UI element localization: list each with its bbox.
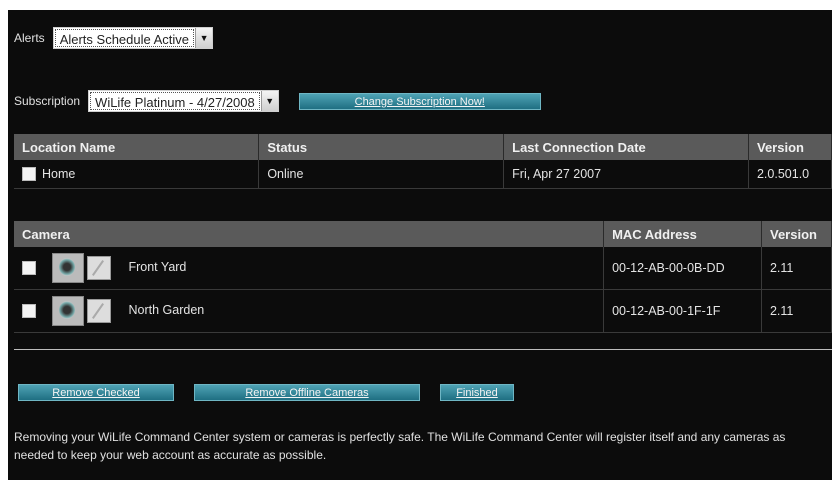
column-header-version: Version	[748, 134, 832, 160]
location-checkbox[interactable]	[22, 167, 36, 182]
camera-checkbox[interactable]	[22, 261, 36, 275]
camera-icon	[52, 253, 84, 283]
camera-mac: 00-12-AB-00-0B-DD	[603, 247, 762, 290]
column-header-mac-address: MAC Address	[603, 221, 762, 247]
alerts-select[interactable]: Alerts Schedule Active ▼	[52, 27, 214, 49]
chevron-down-icon[interactable]: ▼	[195, 28, 213, 48]
camera-name: Front Yard	[128, 260, 187, 275]
action-buttons: Remove Checked Remove Offline Cameras Fi…	[18, 384, 514, 401]
column-header-status: Status	[258, 134, 505, 160]
subscription-select[interactable]: WiLife Platinum - 4/27/2008 ▼	[88, 90, 279, 112]
alerts-label: Alerts	[14, 31, 45, 45]
account-panel: Alerts Alerts Schedule Active ▼ Subscrip…	[8, 10, 832, 480]
subscription-select-value: WiLife Platinum - 4/27/2008	[90, 92, 260, 110]
camera-thumbnail-icon	[87, 256, 111, 280]
camera-version: 2.11	[761, 289, 832, 333]
column-header-location-name: Location Name	[14, 134, 260, 160]
camera-checkbox[interactable]	[22, 304, 36, 318]
subscription-row: Subscription WiLife Platinum - 4/27/2008…	[14, 88, 541, 114]
location-last-connection: Fri, Apr 27 2007	[503, 160, 749, 189]
camera-mac: 00-12-AB-00-1F-1F	[603, 289, 762, 333]
info-note: Removing your WiLife Command Center syst…	[14, 430, 786, 462]
table-row: North Garden 00-12-AB-00-1F-1F 2.11	[14, 289, 832, 333]
location-name: Home	[42, 166, 76, 181]
location-name-cell: Home	[14, 160, 260, 189]
location-status: Online	[258, 160, 505, 189]
column-header-camera: Camera	[14, 221, 605, 247]
cameras-table: Camera MAC Address Version Front Yard 00…	[14, 221, 832, 333]
column-header-last-connection: Last Connection Date	[503, 134, 749, 160]
camera-cell: North Garden	[14, 289, 605, 333]
location-version: 2.0.501.0	[748, 160, 832, 189]
locations-header-row: Location Name Status Last Connection Dat…	[14, 134, 832, 160]
table-row: Front Yard 00-12-AB-00-0B-DD 2.11	[14, 247, 832, 290]
camera-name: North Garden	[128, 303, 205, 318]
subscription-label: Subscription	[14, 94, 81, 108]
locations-table: Location Name Status Last Connection Dat…	[14, 134, 832, 189]
alerts-row: Alerts Alerts Schedule Active ▼	[14, 25, 214, 51]
remove-offline-cameras-button[interactable]: Remove Offline Cameras	[194, 384, 420, 401]
camera-cell: Front Yard	[14, 247, 605, 290]
remove-checked-button[interactable]: Remove Checked	[18, 384, 174, 401]
finished-button[interactable]: Finished	[440, 384, 514, 401]
table-row: Home Online Fri, Apr 27 2007 2.0.501.0	[14, 160, 832, 189]
divider	[14, 349, 832, 350]
change-subscription-button[interactable]: Change Subscription Now!	[298, 92, 541, 110]
camera-thumbnail-icon	[87, 299, 111, 323]
column-header-camera-version: Version	[761, 221, 832, 247]
camera-version: 2.11	[761, 247, 832, 290]
cameras-header-row: Camera MAC Address Version	[14, 221, 832, 247]
chevron-down-icon[interactable]: ▼	[260, 91, 278, 111]
alerts-select-value: Alerts Schedule Active	[54, 29, 195, 47]
camera-icon	[52, 296, 84, 326]
